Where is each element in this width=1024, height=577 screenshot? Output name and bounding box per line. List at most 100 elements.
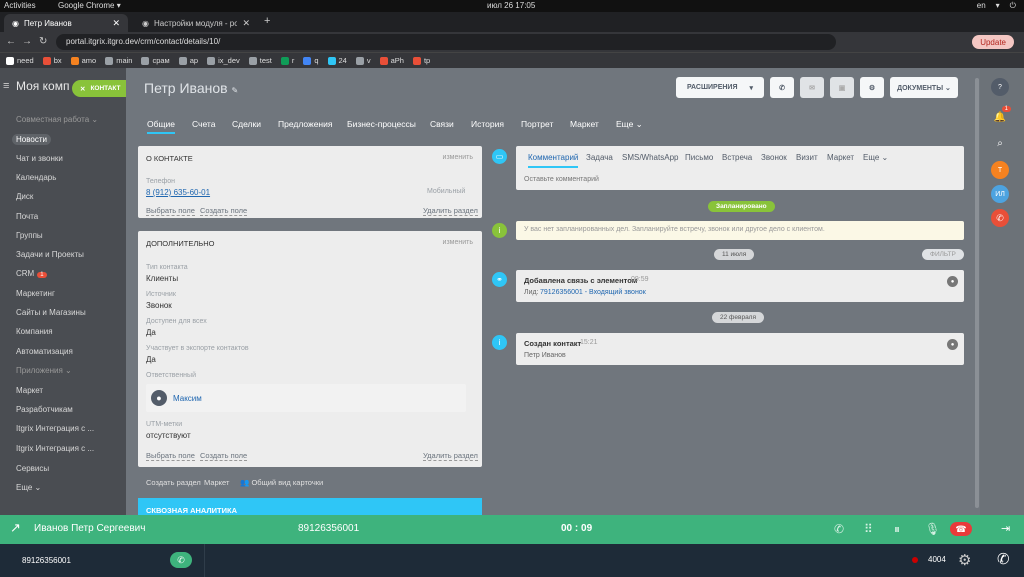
phone-icon[interactable]: ✆ [997,550,1010,568]
bookmark-ix-dev[interactable]: ix_dev [207,56,240,65]
caller-name[interactable]: Иванов Петр Сергеевич [34,523,145,534]
bell-icon[interactable]: 🔔 1 [991,106,1011,126]
sidebar-item-sites[interactable]: Сайты и Магазины [16,308,86,317]
hangup-button[interactable]: ☎ [950,522,972,536]
composer-tab-more[interactable]: Еще ⌄ [863,153,888,162]
search-icon[interactable]: ⌕ [991,134,1009,152]
sidebar-item-more[interactable]: Еще ⌄ [16,483,41,492]
clock[interactable]: июл 26 17:05 [487,1,535,10]
tab-history[interactable]: История [471,119,504,129]
sidebar-item-automation[interactable]: Автоматизация [16,347,73,356]
reload-icon[interactable]: ↻ [39,36,47,47]
create-field-link[interactable]: Создать поле [200,206,248,216]
back-icon[interactable]: ← [6,36,16,47]
composer-tab-task[interactable]: Задача [586,153,613,162]
arrow-up-right-icon[interactable]: ↗ [10,520,21,536]
activities-button[interactable]: Activities [4,1,36,10]
sidebar-item-tasks[interactable]: Задачи и Проекты [16,250,84,259]
sidebar-item-collab[interactable]: Совместная работа ⌄ [16,115,98,124]
bookmark-amo[interactable]: amo [70,56,96,65]
bookmark-ap[interactable]: ap [178,56,198,65]
delete-section-link[interactable]: Удалить раздел [423,206,478,216]
tab-portrait[interactable]: Портрет [521,119,553,129]
sidebar-item-services[interactable]: Сервисы [16,464,49,473]
pencil-icon[interactable]: ✎ [231,86,238,95]
sidebar-item-developers[interactable]: Разработчикам [16,405,73,414]
avatar[interactable]: Т [991,161,1009,179]
sidebar-item-crm[interactable]: CRM 1 [16,269,47,278]
tab-deals[interactable]: Сделки [232,119,261,129]
tab-more[interactable]: Еще ⌄ [616,119,643,130]
responsible-link[interactable]: Максим [173,394,202,403]
delete-section-link[interactable]: Удалить раздел [423,451,478,461]
sidebar-item-chat[interactable]: Чат и звонки [16,154,63,163]
analytics-section[interactable]: СКВОЗНАЯ АНАЛИТИКА [138,498,482,515]
sidebar-item-itgrix-1[interactable]: Itgrix Интеграция с ... [16,424,94,433]
call-button[interactable]: ✆ [770,77,794,98]
edit-link[interactable]: изменить [443,239,473,246]
sidebar-item-disk[interactable]: Диск [16,192,33,201]
sidebar-item-calendar[interactable]: Календарь [16,173,56,182]
chat-button[interactable]: ▣ [830,77,854,98]
choose-field-link[interactable]: Выбрать поле [146,451,195,461]
bookmark-aph[interactable]: aPh [379,56,404,65]
phone-icon[interactable]: ✆ [991,209,1009,227]
tab-general[interactable]: Общие [147,119,175,134]
bookmark-main[interactable]: main [105,56,132,65]
bookmark-24[interactable]: 24 [327,56,347,65]
sidebar-item-mail[interactable]: Почта [16,212,38,221]
avatar[interactable]: ИЛ [991,185,1009,203]
portal-brand[interactable]: Моя комп [16,79,69,93]
edit-link[interactable]: изменить [443,154,473,161]
new-tab-button[interactable]: + [264,15,270,27]
close-tab-icon[interactable]: ✕ [242,18,250,29]
composer-tab-market[interactable]: Маркет [827,153,854,162]
sidebar-item-itgrix-2[interactable]: Itgrix Интеграция с ... [16,444,94,453]
browser-tab-settings[interactable]: ◉ Настройки модуля - port ✕ [134,14,258,32]
bookmark-need[interactable]: need [6,56,34,65]
system-tray[interactable]: en ▾ ⏻ [977,1,1016,11]
bookmark-bx[interactable]: bx [42,56,62,65]
bookmark-v[interactable]: v [355,56,371,65]
responsible-box[interactable]: ● Максим [146,384,466,412]
filter-button[interactable]: ФИЛЬТР [922,249,964,260]
exit-panel[interactable]: ⇥ [990,515,1024,544]
power-icon[interactable]: ⏻ [1010,1,1016,11]
forward-icon[interactable]: → [22,36,32,47]
bookmark-tp[interactable]: tp [412,56,430,65]
choose-field-link[interactable]: Выбрать поле [146,206,195,216]
scrollbar[interactable] [975,78,979,508]
bookmark-r[interactable]: r [280,56,294,65]
extensions-button[interactable]: РАСШИРЕНИЯ ▾ [676,77,764,98]
tab-market[interactable]: Маркет [570,119,599,129]
composer-tab-visit[interactable]: Визит [796,153,818,162]
phone-link[interactable]: 8 (912) 635-60-01 [146,188,210,197]
create-field-link[interactable]: Создать поле [200,451,248,461]
sidebar-item-apps[interactable]: Приложения ⌄ [16,366,72,375]
menu-icon[interactable]: ≡ [3,80,9,92]
help-icon[interactable]: ? [991,78,1009,96]
keypad-icon[interactable]: ⠿ [864,522,873,536]
sidebar-item-company[interactable]: Компания [16,327,53,336]
close-icon[interactable]: ✕ [80,85,85,93]
tab-relations[interactable]: Связи [430,119,454,129]
composer-tab-meeting[interactable]: Встреча [722,153,752,162]
documents-button[interactable]: ДОКУМЕНТЫ ⌄ [890,77,958,98]
update-button[interactable]: Update [972,35,1014,49]
transfer-icon[interactable]: ✆ [834,522,844,536]
settings-button[interactable]: ⚙ [860,77,884,98]
language-indicator[interactable]: en [977,1,986,11]
composer-tab-call[interactable]: Звонок [761,153,787,162]
tab-quotes[interactable]: Предложения [278,119,332,129]
contact-slider-button[interactable]: ✕ КОНТАКТ [72,80,126,97]
page-title[interactable]: Петр Иванов ✎ [144,80,238,96]
call-button[interactable]: ✆ [170,552,192,568]
bookmark-q[interactable]: q [303,56,319,65]
gear-icon[interactable]: ⚙ [958,551,971,569]
market-link[interactable]: Маркет [204,478,229,487]
sidebar-item-groups[interactable]: Группы [16,231,43,240]
bookmark-cram[interactable]: cpам [141,56,170,65]
card-view-link[interactable]: 👥 Общий вид карточки [240,478,323,487]
app-menu[interactable]: Google Chrome ▾ [58,1,121,10]
tab-bizproc[interactable]: Бизнес-процессы [347,119,416,129]
